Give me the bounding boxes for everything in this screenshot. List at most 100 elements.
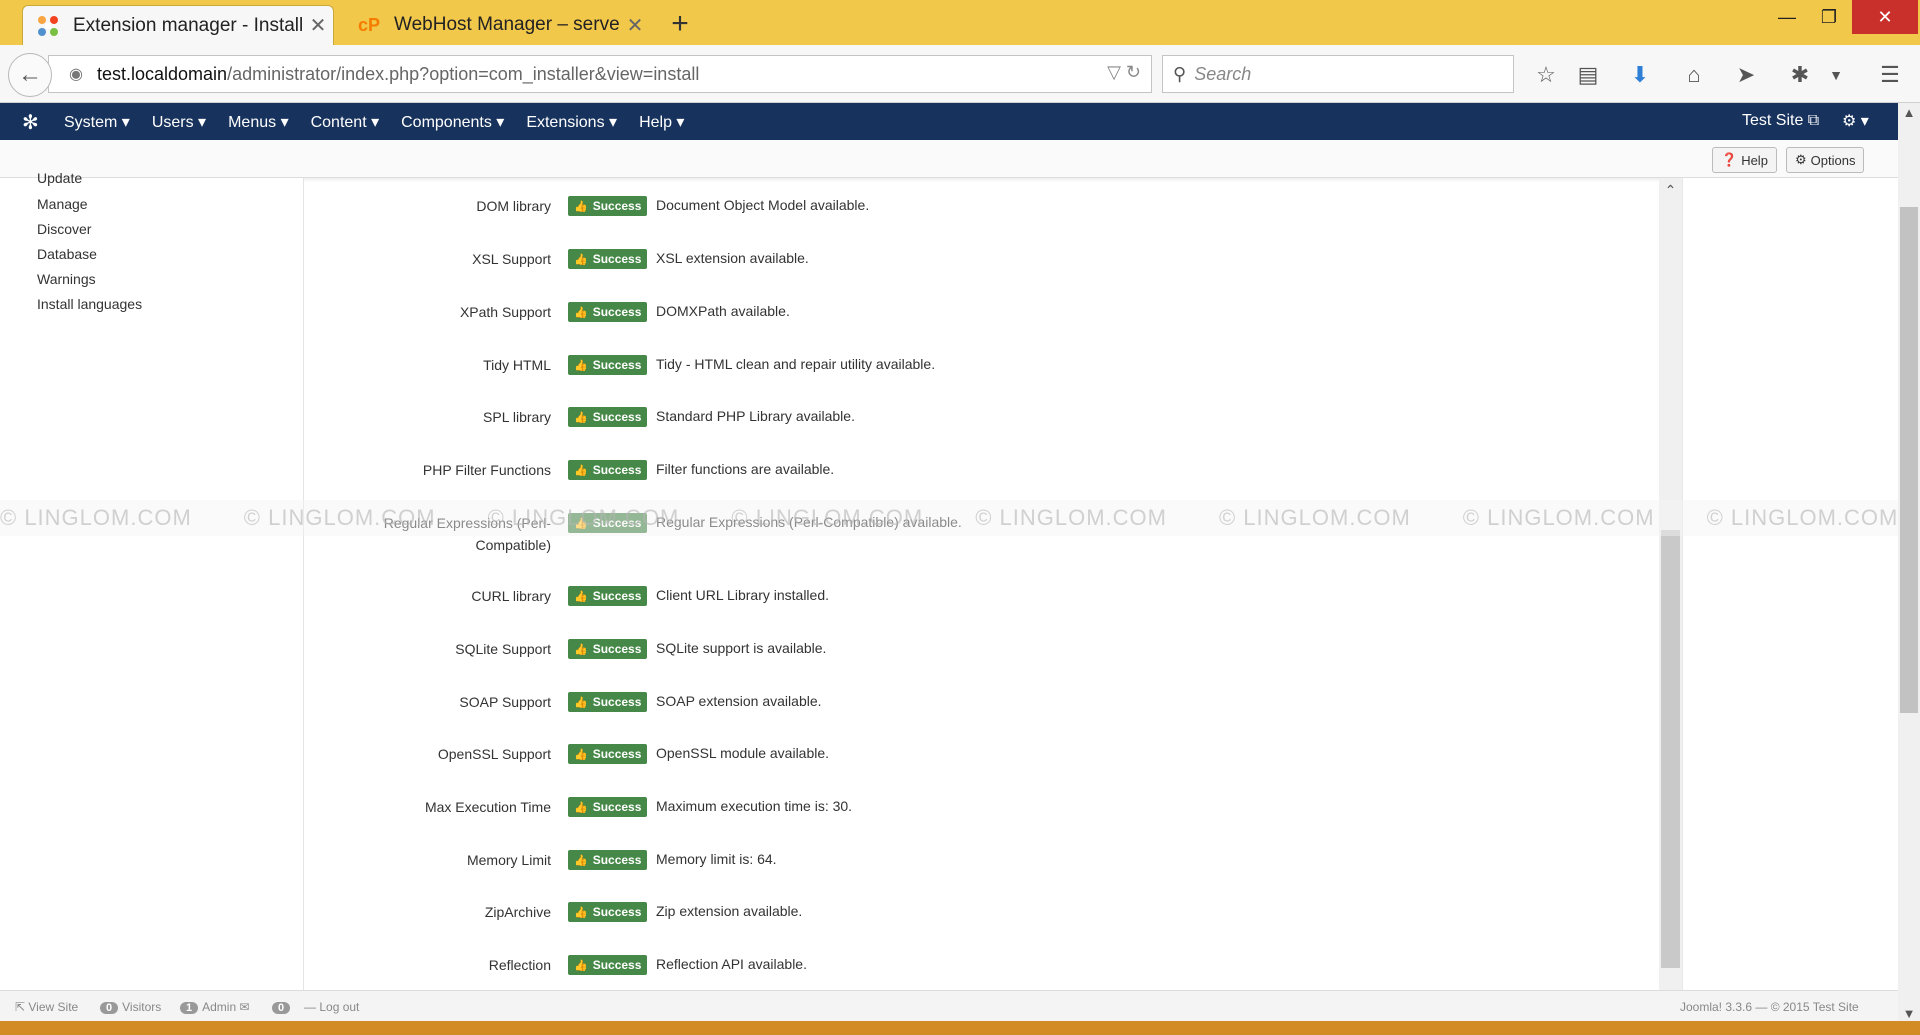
status-badge: 👍 Success — [568, 850, 648, 870]
menu-components[interactable]: Components ▾ — [401, 112, 504, 132]
status-badge: 👍 Success — [568, 196, 648, 216]
visitors-count: 0 Visitors — [100, 1000, 161, 1014]
check-label: ZipArchive — [484, 904, 551, 920]
sidebar-item-manage[interactable]: Manage — [37, 196, 88, 212]
reload-icon[interactable]: ▽ ↻ — [1107, 62, 1141, 83]
sidebar-item-discover[interactable]: Discover — [37, 221, 91, 237]
check-description: SOAP extension available. — [656, 693, 822, 709]
status-text: Success — [592, 358, 642, 372]
watermark-text: © LINGLOM.COM — [487, 505, 680, 530]
thumbs-up-icon: 👍 — [574, 906, 588, 919]
check-description: Client URL Library installed. — [656, 587, 829, 603]
sidebar-item-update[interactable]: Update — [37, 170, 82, 186]
globe-icon: ◉ — [69, 66, 83, 83]
thumbs-up-icon: 👍 — [574, 253, 588, 266]
menu-help[interactable]: Help ▾ — [639, 112, 684, 132]
thumbs-up-icon: 👍 — [574, 590, 588, 603]
status-text: Success — [592, 958, 642, 972]
menu-users[interactable]: Users ▾ — [152, 112, 206, 132]
sidebar-item-warnings[interactable]: Warnings — [37, 271, 96, 287]
admin-menu-bar: ✻ System ▾ Users ▾ Menus ▾ Content ▾ Com… — [0, 103, 1898, 140]
status-text: Success — [592, 642, 642, 656]
download-icon[interactable]: ⬇ — [1622, 57, 1658, 93]
menu-extensions[interactable]: Extensions ▾ — [526, 112, 617, 132]
scrollbar-thumb[interactable] — [1661, 530, 1680, 968]
close-tab-icon[interactable]: ✕ — [303, 13, 333, 38]
thumbs-up-icon: 👍 — [574, 959, 588, 972]
status-badge: 👍 Success — [568, 639, 648, 659]
page-scrollbar[interactable]: ▲ ▼ — [1898, 103, 1920, 1023]
tab-extension-manager[interactable]: Extension manager - Install ✕ — [22, 5, 334, 45]
home-icon[interactable]: ⌂ — [1676, 57, 1712, 93]
options-button[interactable]: ⚙ Options — [1786, 147, 1865, 173]
check-label: Tidy HTML — [483, 357, 551, 373]
tab-title: Extension manager - Install — [73, 14, 303, 36]
options-label: Options — [1810, 152, 1856, 168]
chevron-up-icon[interactable]: ⌃ — [1659, 182, 1682, 199]
menu-menus[interactable]: Menus ▾ — [228, 112, 289, 132]
menu-icon[interactable]: ☰ — [1872, 57, 1908, 93]
back-button[interactable]: ← — [8, 53, 52, 97]
close-window-button[interactable]: ✕ — [1852, 0, 1918, 34]
chevron-down-icon[interactable]: ▼ — [1898, 1006, 1920, 1021]
search-input[interactable]: ⚲ Search — [1162, 55, 1514, 93]
messages-count[interactable]: 0 — [272, 1000, 294, 1014]
new-tab-button[interactable]: + — [662, 6, 698, 42]
chevron-up-icon[interactable]: ▲ — [1898, 105, 1920, 120]
check-label: XPath Support — [459, 304, 551, 320]
check-label: SPL library — [483, 409, 551, 425]
sidebar-item-install-languages[interactable]: Install languages — [37, 296, 142, 312]
menu-content[interactable]: Content ▾ — [311, 112, 380, 132]
extension-icon[interactable]: ✱ — [1782, 57, 1818, 93]
logout-link[interactable]: — Log out — [304, 1000, 359, 1014]
status-text: Success — [592, 747, 642, 761]
right-pane — [1682, 178, 1898, 990]
status-badge: 👍 Success — [568, 249, 648, 269]
scrollbar-thumb[interactable] — [1900, 207, 1918, 713]
settings-gear-icon[interactable]: ⚙ ▾ — [1842, 111, 1869, 131]
cpanel-icon: cP — [357, 14, 381, 35]
url-path: /administrator/index.php?option=com_inst… — [227, 63, 700, 84]
version-info: Joomla! 3.3.6 — © 2015 Test Site — [1680, 1000, 1859, 1014]
bookmark-star-icon[interactable]: ☆ — [1528, 57, 1564, 93]
thumbs-up-icon: 👍 — [574, 854, 588, 867]
menu-system[interactable]: System ▾ — [64, 112, 130, 132]
requirements-list: DOM library 👍 Success Document Object Mod… — [304, 178, 1682, 990]
check-label: Max Execution Time — [424, 799, 551, 815]
admin-badge: 1 — [180, 1002, 199, 1014]
view-site-label: View Site — [28, 1000, 79, 1014]
send-icon[interactable]: ➤ — [1728, 57, 1764, 93]
chevron-down-icon[interactable]: ▼ — [1818, 57, 1854, 93]
joomla-logo-icon[interactable]: ✻ — [22, 110, 39, 135]
tab-webhost-manager[interactable]: cP WebHost Manager – server ✕ — [344, 5, 650, 45]
help-button[interactable]: ❓ Help — [1712, 147, 1777, 173]
check-description: Maximum execution time is: 30. — [656, 798, 853, 814]
reading-list-icon[interactable]: ▤ — [1570, 57, 1606, 93]
question-icon: ❓ — [1721, 152, 1738, 167]
admin-label: Admin — [202, 1000, 237, 1014]
status-badge: 👍 Success — [568, 586, 648, 606]
logout-label: Log out — [319, 1000, 360, 1014]
help-label: Help — [1741, 152, 1768, 168]
toolbar: ❓ Help ⚙ Options — [0, 140, 1898, 178]
view-site-link[interactable]: ⇱ View Site — [15, 1000, 78, 1014]
status-badge: 👍 Success — [568, 744, 648, 764]
test-site-link[interactable]: Test Site ⧉ — [1742, 112, 1819, 130]
url-bar[interactable]: ◉ test.localdomain/administrator/index.p… — [48, 55, 1152, 93]
check-label: SQLite Support — [455, 641, 551, 657]
check-description: Reflection API available. — [656, 956, 807, 972]
close-tab-icon[interactable]: ✕ — [620, 13, 650, 38]
visitors-label: Visitors — [122, 1000, 162, 1014]
thumbs-up-icon: 👍 — [574, 801, 588, 814]
restore-button[interactable]: ❐ — [1804, 0, 1854, 34]
thumbs-up-icon: 👍 — [574, 464, 588, 477]
arrow-left-icon: ← — [18, 61, 42, 88]
status-badge: 👍 Success — [568, 797, 648, 817]
content-scrollbar[interactable]: ⌃ — [1659, 178, 1682, 990]
status-badge: 👍 Success — [568, 302, 648, 322]
sidebar-item-database[interactable]: Database — [37, 246, 97, 262]
tab-title: WebHost Manager – server — [394, 14, 620, 35]
check-description: Standard PHP Library available. — [656, 408, 855, 424]
thumbs-up-icon: 👍 — [574, 200, 588, 213]
envelope-icon: ✉ — [239, 1000, 250, 1014]
